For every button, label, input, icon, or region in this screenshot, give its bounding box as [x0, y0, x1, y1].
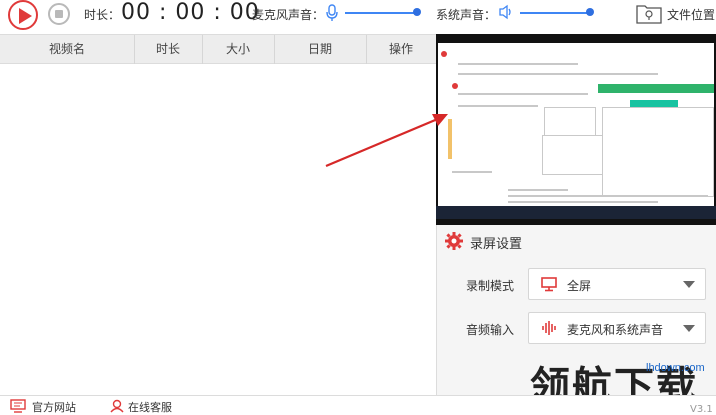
version-label: V3.1 [690, 404, 713, 415]
column-video-name: 视频名 [48, 42, 85, 56]
preview-decoration [542, 135, 604, 175]
audio-input-value: 麦克风和系统声音 [567, 323, 664, 337]
preview-screen-image [438, 43, 714, 206]
website-icon [10, 399, 26, 413]
audio-input-label: 音频输入 [466, 323, 515, 337]
folder-location-icon[interactable] [636, 2, 662, 24]
audio-input-select[interactable]: 麦克风和系统声音 [528, 312, 706, 344]
stop-icon [55, 10, 63, 18]
system-volume-label: 系统声音： [436, 8, 497, 22]
audio-wave-icon [542, 321, 556, 335]
column-duration: 时长 [155, 42, 180, 56]
preview-decoration [458, 73, 658, 75]
duration-value: 00 : 00 : 00 [121, 0, 260, 25]
preview-decoration [458, 93, 588, 95]
column-size: 大小 [225, 42, 250, 56]
file-location-button[interactable]: 文件位置 [667, 6, 715, 23]
preview-taskbar [436, 206, 716, 219]
video-list-header: 视频名 时长 大小 日期 操作 [0, 34, 436, 64]
speaker-icon [499, 4, 511, 20]
preview-decoration [458, 105, 538, 107]
preview-decoration [441, 51, 447, 57]
play-icon [19, 8, 32, 24]
record-mode-select[interactable]: 全屏 [528, 268, 706, 300]
column-date: 日期 [307, 42, 332, 56]
chevron-down-icon [683, 281, 695, 288]
official-website-link[interactable]: 官方网站 [32, 399, 76, 415]
online-service-link[interactable]: 在线客服 [128, 399, 172, 415]
preview-decoration [508, 189, 568, 191]
mic-volume-knob[interactable] [413, 8, 421, 16]
microphone-icon [326, 4, 338, 21]
record-mode-value: 全屏 [567, 279, 592, 293]
customer-service-icon [110, 399, 124, 413]
mic-volume-slider[interactable] [345, 12, 417, 14]
preview-decoration [458, 63, 578, 65]
toolbar: 时长： 00 : 00 : 00 麦克风声音： 系统声音： 文件位置 [0, 0, 716, 34]
record-mode-label: 录制模式 [466, 279, 515, 293]
preview-decoration [508, 201, 658, 203]
annotation-arrow-icon [325, 114, 448, 168]
system-volume-knob[interactable] [586, 8, 594, 16]
chevron-down-icon [683, 325, 695, 332]
preview-decoration [452, 83, 458, 89]
preview-decoration [452, 171, 492, 173]
mic-volume-label: 麦克风声音： [252, 8, 325, 22]
watermark-url: lhdown.com [646, 362, 705, 374]
duration-label: 时长： [84, 8, 121, 22]
preview-decoration [602, 107, 714, 197]
settings-title: 录屏设置 [470, 237, 523, 252]
column-actions: 操作 [388, 42, 413, 56]
preview-decoration [598, 84, 714, 93]
footer-bar: 官方网站 在线客服 V3.1 [0, 395, 716, 415]
system-volume-slider[interactable] [520, 12, 590, 14]
gear-icon [445, 232, 463, 250]
record-button[interactable] [8, 0, 38, 30]
monitor-icon [541, 277, 557, 292]
stop-button[interactable] [48, 3, 70, 25]
preview-decoration [508, 195, 708, 197]
screen-preview [436, 34, 716, 225]
